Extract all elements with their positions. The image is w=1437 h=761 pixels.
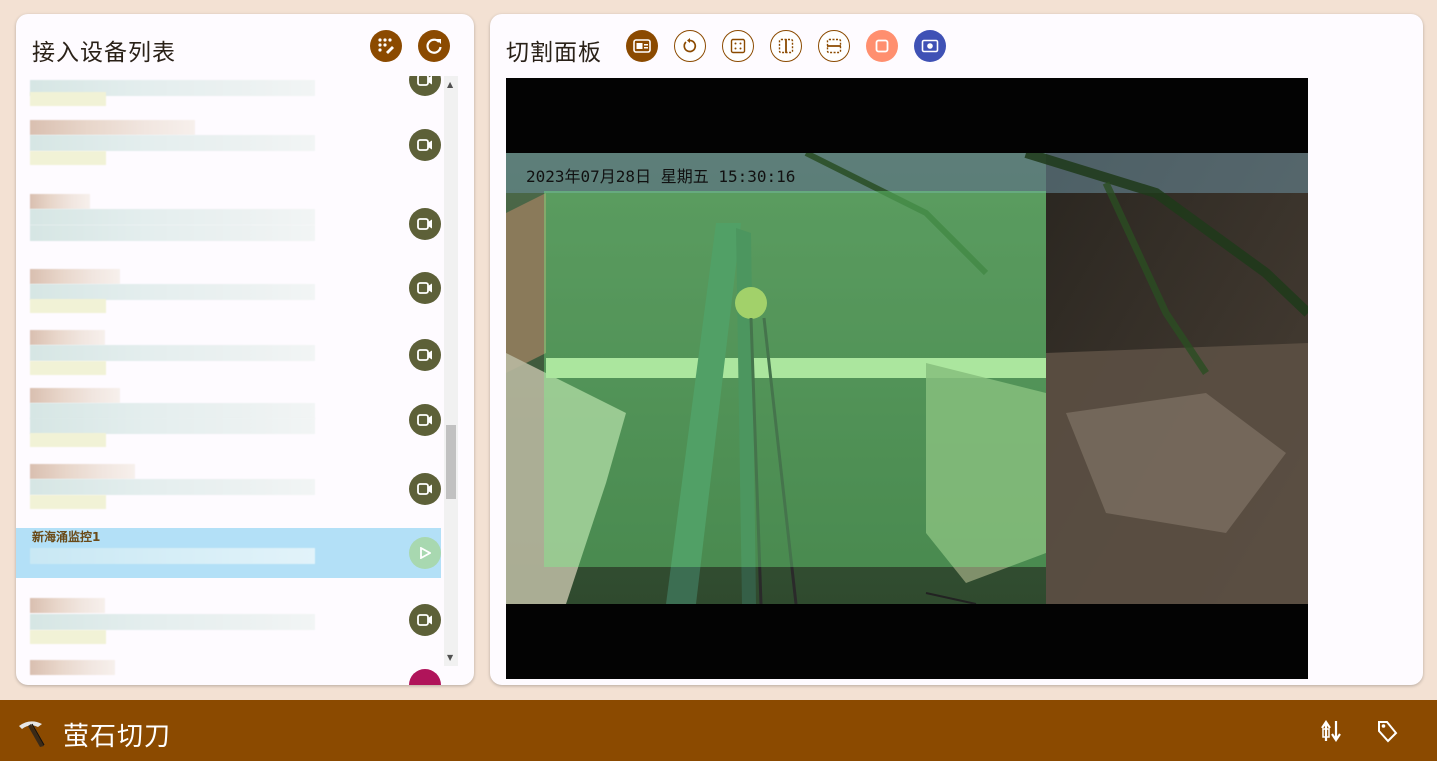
- camera-button[interactable]: [409, 272, 441, 304]
- rotate-button[interactable]: [674, 30, 706, 62]
- camera-button[interactable]: [409, 473, 441, 505]
- list-item[interactable]: [16, 594, 441, 644]
- device-name: 新海涌监控1: [32, 530, 101, 544]
- video-camera-icon: [417, 76, 432, 86]
- video-camera-icon: [417, 282, 432, 294]
- tag-icon: [1378, 721, 1398, 743]
- video-label-button[interactable]: [626, 30, 658, 62]
- capture-icon: [921, 39, 939, 53]
- camera-button[interactable]: [409, 129, 441, 161]
- device-list-scrollbar[interactable]: ▲ ▼: [444, 76, 458, 666]
- video-camera-icon: [417, 139, 432, 151]
- camera-button[interactable]: [409, 669, 441, 685]
- crop-square-button[interactable]: [866, 30, 898, 62]
- list-item[interactable]: [16, 76, 441, 114]
- device-list-panel: 接入设备列表 新海涌监控1 ▲ ▼: [16, 14, 474, 685]
- camera-button[interactable]: [409, 404, 441, 436]
- crop-selection-box[interactable]: [544, 191, 1046, 567]
- list-item[interactable]: [16, 330, 441, 380]
- swap-icon: [1321, 720, 1341, 742]
- camera-button[interactable]: [409, 76, 441, 96]
- list-item[interactable]: [16, 254, 441, 313]
- camera-feed-image: 2023年07月28日 星期五 15:30:16: [506, 153, 1308, 604]
- video-camera-icon: [417, 483, 432, 495]
- capture-button[interactable]: [914, 30, 946, 62]
- grid-dots-icon: [730, 38, 746, 54]
- video-camera-icon: [417, 614, 432, 626]
- device-list[interactable]: 新海涌监控1: [16, 76, 458, 685]
- tag-button[interactable]: [1376, 719, 1398, 747]
- cut-panel: 切割面板 2023年07月28日 星期五 15:30:16: [490, 14, 1423, 685]
- list-item[interactable]: [16, 388, 441, 447]
- list-item[interactable]: [16, 120, 441, 170]
- refresh-icon: [426, 38, 442, 54]
- video-camera-icon: [417, 218, 432, 230]
- scroll-thumb[interactable]: [446, 425, 456, 499]
- video-timestamp: 2023年07月28日 星期五 15:30:16: [526, 167, 796, 186]
- cut-panel-title: 切割面板: [506, 40, 602, 66]
- video-camera-icon: [417, 414, 432, 426]
- play-icon: [420, 547, 431, 559]
- split-horizontal-icon: [826, 38, 842, 54]
- device-list-title: 接入设备列表: [32, 40, 176, 66]
- list-item[interactable]: [16, 194, 441, 244]
- scroll-up-icon[interactable]: ▲: [447, 80, 453, 89]
- split-vertical-icon: [778, 38, 794, 54]
- list-item[interactable]: [16, 660, 441, 685]
- list-item[interactable]: [16, 464, 441, 514]
- camera-button[interactable]: [409, 339, 441, 371]
- swap-button[interactable]: [1320, 719, 1342, 747]
- camera-button[interactable]: [409, 604, 441, 636]
- app-title: 萤石切刀: [63, 722, 172, 752]
- pickaxe-icon: [16, 718, 48, 752]
- video-frame[interactable]: 2023年07月28日 星期五 15:30:16: [506, 78, 1308, 679]
- play-button[interactable]: [409, 537, 441, 569]
- crop-square-icon: [875, 39, 889, 53]
- camera-button[interactable]: [409, 208, 441, 240]
- grid-dots-button[interactable]: [722, 30, 754, 62]
- dialpad-edit-button[interactable]: [370, 30, 402, 62]
- refresh-button[interactable]: [418, 30, 450, 62]
- app-bar: 萤石切刀: [0, 700, 1437, 761]
- list-item-selected[interactable]: 新海涌监控1: [16, 528, 441, 578]
- video-label-icon: [633, 39, 651, 53]
- split-vertical-button[interactable]: [770, 30, 802, 62]
- video-camera-icon: [417, 349, 432, 361]
- dialpad-edit-icon: [378, 38, 394, 54]
- rotate-icon: [683, 38, 697, 53]
- scroll-down-icon[interactable]: ▼: [447, 653, 453, 662]
- split-horizontal-button[interactable]: [818, 30, 850, 62]
